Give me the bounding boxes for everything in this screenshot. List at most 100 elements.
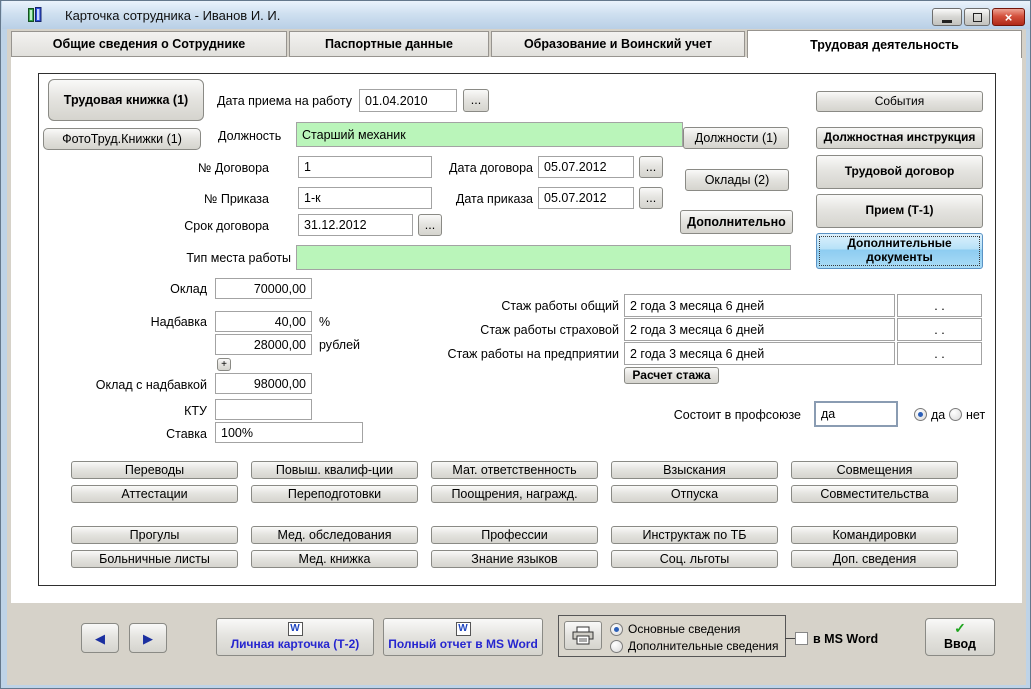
print-button[interactable] bbox=[564, 621, 602, 650]
workplace-type-label: Тип места работы bbox=[186, 251, 291, 265]
print-additional-info-label[interactable]: Дополнительные сведения bbox=[628, 639, 778, 653]
salary-field[interactable]: 70000,00 bbox=[215, 278, 312, 299]
hire-date-browse-button[interactable]: ... bbox=[463, 89, 489, 112]
labor-contract-button[interactable]: Трудовой договор bbox=[816, 155, 983, 189]
restore-icon bbox=[972, 12, 982, 22]
professions-button[interactable]: Профессии bbox=[431, 526, 598, 544]
seniority-total-label: Стаж работы общий bbox=[501, 299, 619, 313]
contract-date-browse-button[interactable]: ... bbox=[639, 156, 663, 178]
nav-next-button[interactable]: ▶ bbox=[129, 623, 167, 653]
medical-exams-button[interactable]: Мед. обследования bbox=[251, 526, 418, 544]
books-icon bbox=[27, 6, 44, 26]
ktu-field[interactable] bbox=[215, 399, 312, 420]
tab-labor-activity[interactable]: Трудовая деятельность bbox=[747, 30, 1022, 58]
seniority-company-field[interactable]: 2 года 3 месяца 6 дней bbox=[624, 342, 895, 365]
order-date-field[interactable]: 05.07.2012 bbox=[538, 187, 634, 209]
absences-button[interactable]: Прогулы bbox=[71, 526, 238, 544]
additional-info-button[interactable]: Доп. сведения bbox=[791, 550, 958, 568]
salary-total-label: Оклад с надбавкой bbox=[95, 378, 207, 392]
personal-card-t2-button[interactable]: W Личная карточка (Т-2) bbox=[216, 618, 374, 656]
seniority-insured-date-field[interactable]: . . bbox=[897, 318, 982, 341]
close-button[interactable]: × bbox=[992, 8, 1025, 26]
union-yes-radio[interactable] bbox=[914, 408, 927, 421]
in-word-checkbox[interactable] bbox=[795, 632, 808, 645]
connector-line bbox=[785, 638, 795, 639]
bonus-rub-field[interactable]: 28000,00 bbox=[215, 334, 312, 355]
printer-icon bbox=[572, 626, 594, 645]
transfers-button[interactable]: Переводы bbox=[71, 461, 238, 479]
penalties-button[interactable]: Взыскания bbox=[611, 461, 778, 479]
additional-documents-button[interactable]: Дополнительные документы bbox=[816, 233, 983, 269]
maximize-button[interactable] bbox=[964, 8, 990, 26]
in-word-label[interactable]: в MS Word bbox=[813, 632, 878, 646]
union-label: Состоит в профсоюзе bbox=[673, 408, 801, 422]
minimize-button[interactable] bbox=[932, 8, 962, 26]
seniority-total-field[interactable]: 2 года 3 месяца 6 дней bbox=[624, 294, 895, 317]
union-no-label[interactable]: нет bbox=[966, 408, 985, 422]
business-trips-button[interactable]: Командировки bbox=[791, 526, 958, 544]
union-yes-label[interactable]: да bbox=[931, 408, 945, 422]
order-no-label: № Приказа bbox=[203, 192, 269, 206]
contract-term-field[interactable]: 31.12.2012 bbox=[298, 214, 413, 236]
contract-date-field[interactable]: 05.07.2012 bbox=[538, 156, 634, 178]
calc-seniority-button[interactable]: Расчет стажа bbox=[624, 367, 719, 384]
sick-leaves-button[interactable]: Больничные листы bbox=[71, 550, 238, 568]
tab-general-info[interactable]: Общие сведения о Сотруднике bbox=[11, 31, 287, 57]
ms-word-icon: W bbox=[287, 622, 303, 637]
plus-button[interactable]: + bbox=[217, 358, 231, 371]
print-additional-info-radio[interactable] bbox=[610, 640, 623, 653]
seniority-company-date-field[interactable]: . . bbox=[897, 342, 982, 365]
window-title: Карточка сотрудника - Иванов И. И. bbox=[65, 8, 281, 23]
print-main-info-label[interactable]: Основные сведения bbox=[628, 622, 740, 636]
salaries-button[interactable]: Оклады (2) bbox=[685, 169, 789, 191]
contract-term-browse-button[interactable]: ... bbox=[418, 214, 442, 236]
vacations-button[interactable]: Отпуска bbox=[611, 485, 778, 503]
job-instruction-button[interactable]: Должностная инструкция bbox=[816, 127, 983, 149]
safety-training-button[interactable]: Инструктаж по ТБ bbox=[611, 526, 778, 544]
work-book-button[interactable]: Трудовая книжка (1) bbox=[48, 79, 204, 121]
retraining-button[interactable]: Переподготовки bbox=[251, 485, 418, 503]
employee-card-window: Карточка сотрудника - Иванов И. И. × Общ… bbox=[0, 0, 1031, 689]
qualification-upgrade-button[interactable]: Повыш. квалиф-ции bbox=[251, 461, 418, 479]
enter-button[interactable]: ✓ Ввод bbox=[925, 618, 995, 656]
hire-date-field[interactable]: 01.04.2010 bbox=[359, 89, 457, 112]
events-button[interactable]: События bbox=[816, 91, 983, 112]
rate-field[interactable]: 100% bbox=[215, 422, 363, 443]
hire-t1-button[interactable]: Прием (Т-1) bbox=[816, 194, 983, 228]
order-no-field[interactable]: 1-к bbox=[298, 187, 432, 209]
union-no-radio[interactable] bbox=[949, 408, 962, 421]
seniority-total-date-field[interactable]: . . bbox=[897, 294, 982, 317]
nav-previous-button[interactable]: ◀ bbox=[81, 623, 119, 653]
bonus-percent-field[interactable]: 40,00 bbox=[215, 311, 312, 332]
seniority-insured-field[interactable]: 2 года 3 месяца 6 дней bbox=[624, 318, 895, 341]
attestations-button[interactable]: Аттестации bbox=[71, 485, 238, 503]
secondary-jobs-button[interactable]: Совместительства bbox=[791, 485, 958, 503]
hire-date-label: Дата приема на работу bbox=[216, 94, 352, 108]
contract-no-field[interactable]: 1 bbox=[298, 156, 432, 178]
full-report-word-label: Полный отчет в MS Word bbox=[388, 637, 538, 652]
contract-date-label: Дата договора bbox=[449, 161, 533, 175]
order-date-browse-button[interactable]: ... bbox=[639, 187, 663, 209]
workplace-type-field[interactable] bbox=[296, 245, 791, 270]
personal-card-t2-label: Личная карточка (Т-2) bbox=[230, 637, 360, 652]
rewards-button[interactable]: Поощрения, награжд. bbox=[431, 485, 598, 503]
salary-total-field[interactable]: 98000,00 bbox=[215, 373, 312, 394]
additional-button[interactable]: Дополнительно bbox=[680, 210, 793, 234]
tab-passport-data[interactable]: Паспортные данные bbox=[289, 31, 489, 57]
social-benefits-button[interactable]: Соц. льготы bbox=[611, 550, 778, 568]
material-responsibility-button[interactable]: Мат. ответственность bbox=[431, 461, 598, 479]
photo-work-books-button[interactable]: ФотоТруд.Книжки (1) bbox=[43, 128, 201, 150]
contract-term-label: Срок договора bbox=[184, 219, 269, 233]
medical-book-button[interactable]: Мед. книжка bbox=[251, 550, 418, 568]
full-report-word-button[interactable]: W Полный отчет в MS Word bbox=[383, 618, 543, 656]
rate-label: Ставка bbox=[166, 427, 207, 441]
positions-button[interactable]: Должности (1) bbox=[683, 127, 789, 149]
union-field[interactable]: да bbox=[814, 401, 898, 427]
arrow-right-icon: ▶ bbox=[143, 630, 153, 646]
print-main-info-radio[interactable] bbox=[610, 623, 623, 636]
tab-education-military[interactable]: Образование и Воинский учет bbox=[491, 31, 745, 57]
position-field[interactable]: Старший механик bbox=[296, 122, 683, 147]
rubles-label: рублей bbox=[319, 338, 361, 352]
languages-button[interactable]: Знание языков bbox=[431, 550, 598, 568]
combinations-button[interactable]: Совмещения bbox=[791, 461, 958, 479]
